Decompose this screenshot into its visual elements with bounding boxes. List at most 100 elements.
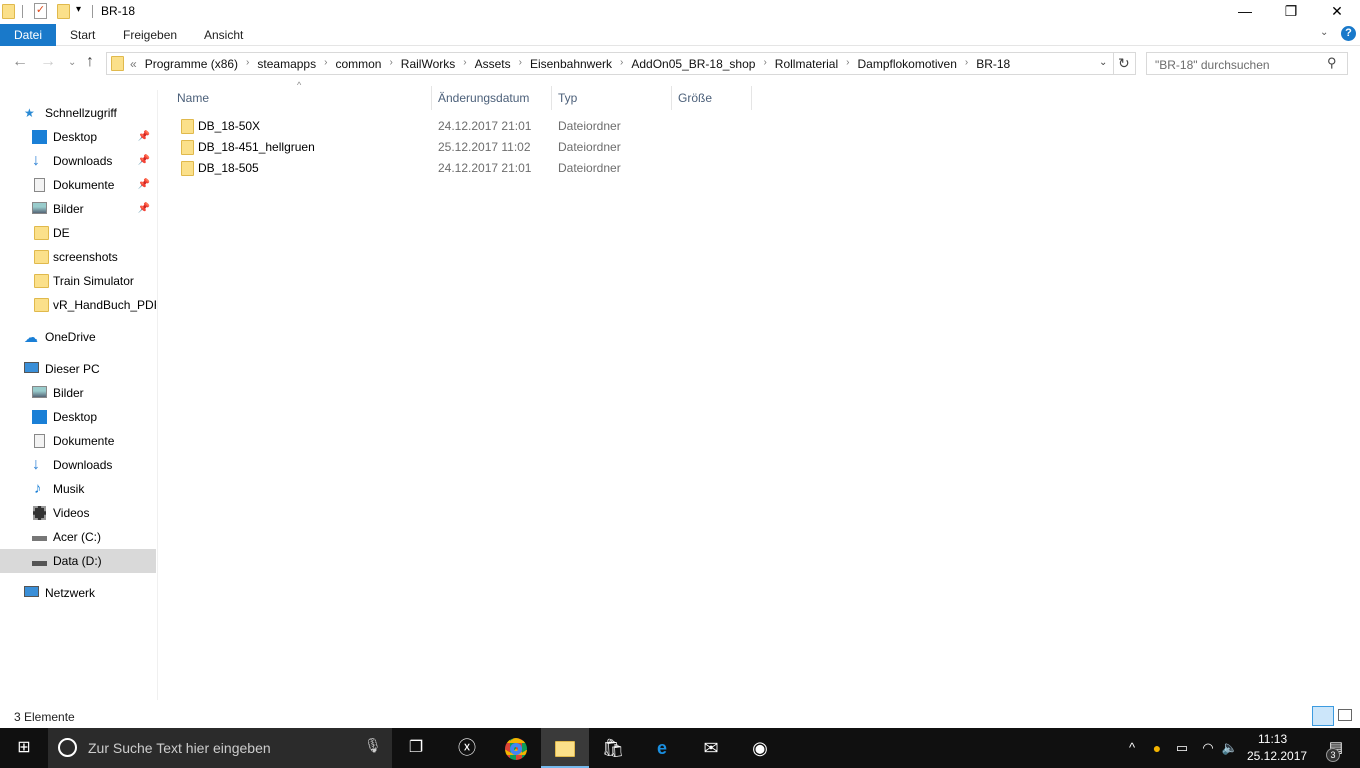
sidebar-item-data-d[interactable]: Data (D:) xyxy=(0,549,156,573)
back-button[interactable]: ← xyxy=(12,53,28,71)
help-icon[interactable]: ? xyxy=(1341,26,1356,41)
download-icon: ↓ xyxy=(32,152,40,169)
wifi-icon[interactable]: ◠ xyxy=(1196,728,1220,768)
divider xyxy=(92,5,93,18)
search-input[interactable]: "BR-18" durchsuchen xyxy=(1146,52,1348,75)
mail-icon[interactable]: ✉ xyxy=(687,728,735,768)
pin-icon[interactable]: 📌 xyxy=(138,150,150,172)
sidebar-item-dieser-pc[interactable]: Dieser PC xyxy=(0,358,156,380)
breadcrumb-item[interactable]: common xyxy=(335,57,381,71)
chrome-icon[interactable] xyxy=(492,728,540,768)
pin-icon[interactable]: 📌 xyxy=(138,126,150,148)
label: Train Simulator xyxy=(53,274,134,288)
search-icon[interactable]: ⚲ xyxy=(1327,55,1337,71)
sidebar-item-netzwerk[interactable]: Netzwerk xyxy=(0,582,156,604)
breadcrumb-item[interactable]: steamapps xyxy=(257,57,316,71)
details-view-button[interactable] xyxy=(1312,706,1334,726)
sidebar-item-pc-desktop[interactable]: Desktop xyxy=(0,406,156,428)
column-header-type[interactable]: Typ xyxy=(552,86,672,110)
breadcrumb-item[interactable]: Eisenbahnwerk xyxy=(530,57,612,71)
clock-time[interactable]: 11:13 xyxy=(1258,732,1287,746)
label: Data (D:) xyxy=(53,554,102,568)
sidebar-item-pc-downloads[interactable]: ↓ Downloads xyxy=(0,454,156,476)
minimize-button[interactable]: — xyxy=(1222,0,1268,24)
sidebar-item-pc-dokumente[interactable]: Dokumente xyxy=(0,430,156,452)
tab-start[interactable]: Start xyxy=(56,24,109,46)
file-row[interactable]: DB_18-451_hellgruen 25.12.2017 11:02 Datei… xyxy=(176,137,752,158)
address-dropdown-icon[interactable]: ⌄ xyxy=(1099,57,1107,68)
breadcrumb-item[interactable]: AddOn05_BR-18_shop xyxy=(631,57,755,71)
breadcrumb-item[interactable]: Dampflokomotiven xyxy=(858,57,957,71)
forward-button[interactable]: → xyxy=(40,53,56,71)
sidebar-item-onedrive[interactable]: ☁ OneDrive xyxy=(0,326,156,348)
taskbar-search-box[interactable]: Zur Suche Text hier eingeben 🎙 xyxy=(48,728,392,768)
label: OneDrive xyxy=(45,330,96,344)
store-icon[interactable]: 🛍 xyxy=(589,728,637,768)
sidebar-item-downloads[interactable]: ↓ Downloads 📌 xyxy=(0,150,156,172)
breadcrumb-item[interactable]: Assets xyxy=(475,57,511,71)
breadcrumb-item[interactable]: Rollmaterial xyxy=(775,57,838,71)
sidebar-item-de[interactable]: DE xyxy=(0,222,156,244)
sidebar-item-pc-musik[interactable]: ♪ Musik xyxy=(0,478,156,500)
taskbar: ⊞ Zur Suche Text hier eingeben 🎙 ❐ ⓧ 🛍 e… xyxy=(0,728,1360,768)
clock-date[interactable]: 25.12.2017 xyxy=(1247,749,1307,763)
breadcrumb-item[interactable]: BR-18 xyxy=(976,57,1010,71)
start-button[interactable]: ⊞ xyxy=(0,728,48,768)
up-button[interactable]: ↑ xyxy=(86,53,94,71)
properties-icon[interactable]: ✓ xyxy=(34,3,47,19)
column-header-name[interactable]: Name xyxy=(171,86,432,110)
tab-ansicht[interactable]: Ansicht xyxy=(190,24,257,46)
new-folder-icon[interactable] xyxy=(57,4,70,19)
folder-icon xyxy=(181,119,194,134)
sidebar-item-bilder[interactable]: Bilder 📌 xyxy=(0,198,156,220)
breadcrumb-item[interactable]: RailWorks xyxy=(401,57,455,71)
folder-icon xyxy=(181,161,194,176)
document-icon xyxy=(34,178,45,192)
column-header-date[interactable]: Änderungsdatum xyxy=(432,86,552,110)
large-icons-view-button[interactable] xyxy=(1338,709,1352,721)
steam-icon[interactable]: ◉ xyxy=(736,728,784,768)
file-row[interactable]: DB_18-50X 24.12.2017 21:01 Dateiordner xyxy=(176,116,752,137)
label: Musik xyxy=(53,482,85,496)
tab-datei[interactable]: Datei xyxy=(0,24,56,46)
customize-qat-icon[interactable]: ▾ xyxy=(76,4,81,15)
maximize-button[interactable]: ❐ xyxy=(1268,0,1314,24)
download-icon: ↓ xyxy=(32,456,40,473)
label: Downloads xyxy=(53,458,113,472)
tab-freigeben[interactable]: Freigeben xyxy=(109,24,191,46)
breadcrumb-item[interactable]: Programme (x86) xyxy=(145,57,238,71)
breadcrumb-overflow[interactable]: « xyxy=(130,57,137,71)
close-button[interactable]: ✕ xyxy=(1314,0,1360,24)
desktop-icon xyxy=(32,130,47,144)
tray-app-icon[interactable]: ● xyxy=(1144,728,1170,768)
sidebar-item-train-simulator[interactable]: Train Simulator xyxy=(0,270,156,292)
column-header-size[interactable]: Größe xyxy=(672,86,752,110)
file-name: DB_18-451_hellgruen xyxy=(198,140,315,154)
xbox-icon[interactable]: ⓧ xyxy=(443,728,491,768)
sidebar-item-dokumente[interactable]: Dokumente 📌 xyxy=(0,174,156,196)
label: Bilder xyxy=(53,386,84,400)
show-hidden-icons[interactable]: ^ xyxy=(1120,728,1144,768)
sidebar-item-vr-handbuch[interactable]: vR_HandBuch_PDF_ xyxy=(0,294,156,316)
battery-icon[interactable]: ▭ xyxy=(1170,728,1194,768)
task-view-icon[interactable]: ❐ xyxy=(392,728,440,768)
refresh-icon[interactable]: ↻ xyxy=(1118,55,1130,72)
expand-ribbon-icon[interactable]: ⌄ xyxy=(1320,27,1328,38)
label: Dieser PC xyxy=(45,362,100,376)
recent-locations-button[interactable]: ⌄ xyxy=(68,57,76,68)
microphone-icon[interactable]: 🎙 xyxy=(364,737,382,754)
pin-icon[interactable]: 📌 xyxy=(138,174,150,196)
sidebar-item-pc-videos[interactable]: Videos xyxy=(0,502,156,524)
file-explorer-icon[interactable] xyxy=(541,728,589,768)
file-row[interactable]: DB_18-505 24.12.2017 21:01 Dateiordner xyxy=(176,158,752,179)
volume-icon[interactable]: 🔈 xyxy=(1218,728,1242,768)
edge-icon[interactable]: e xyxy=(638,728,686,768)
pin-icon[interactable]: 📌 xyxy=(138,198,150,220)
sidebar-item-schnellzugriff[interactable]: ★ Schnellzugriff xyxy=(0,102,156,124)
sidebar-item-acer-c[interactable]: Acer (C:) xyxy=(0,526,156,548)
sidebar-item-pc-bilder[interactable]: Bilder xyxy=(0,382,156,404)
title-bar: ✓ ▾ BR-18 — ❐ ✕ xyxy=(0,0,1360,24)
video-icon xyxy=(33,506,46,520)
sidebar-item-desktop[interactable]: Desktop 📌 xyxy=(0,126,156,148)
sidebar-item-screenshots[interactable]: screenshots xyxy=(0,246,156,268)
